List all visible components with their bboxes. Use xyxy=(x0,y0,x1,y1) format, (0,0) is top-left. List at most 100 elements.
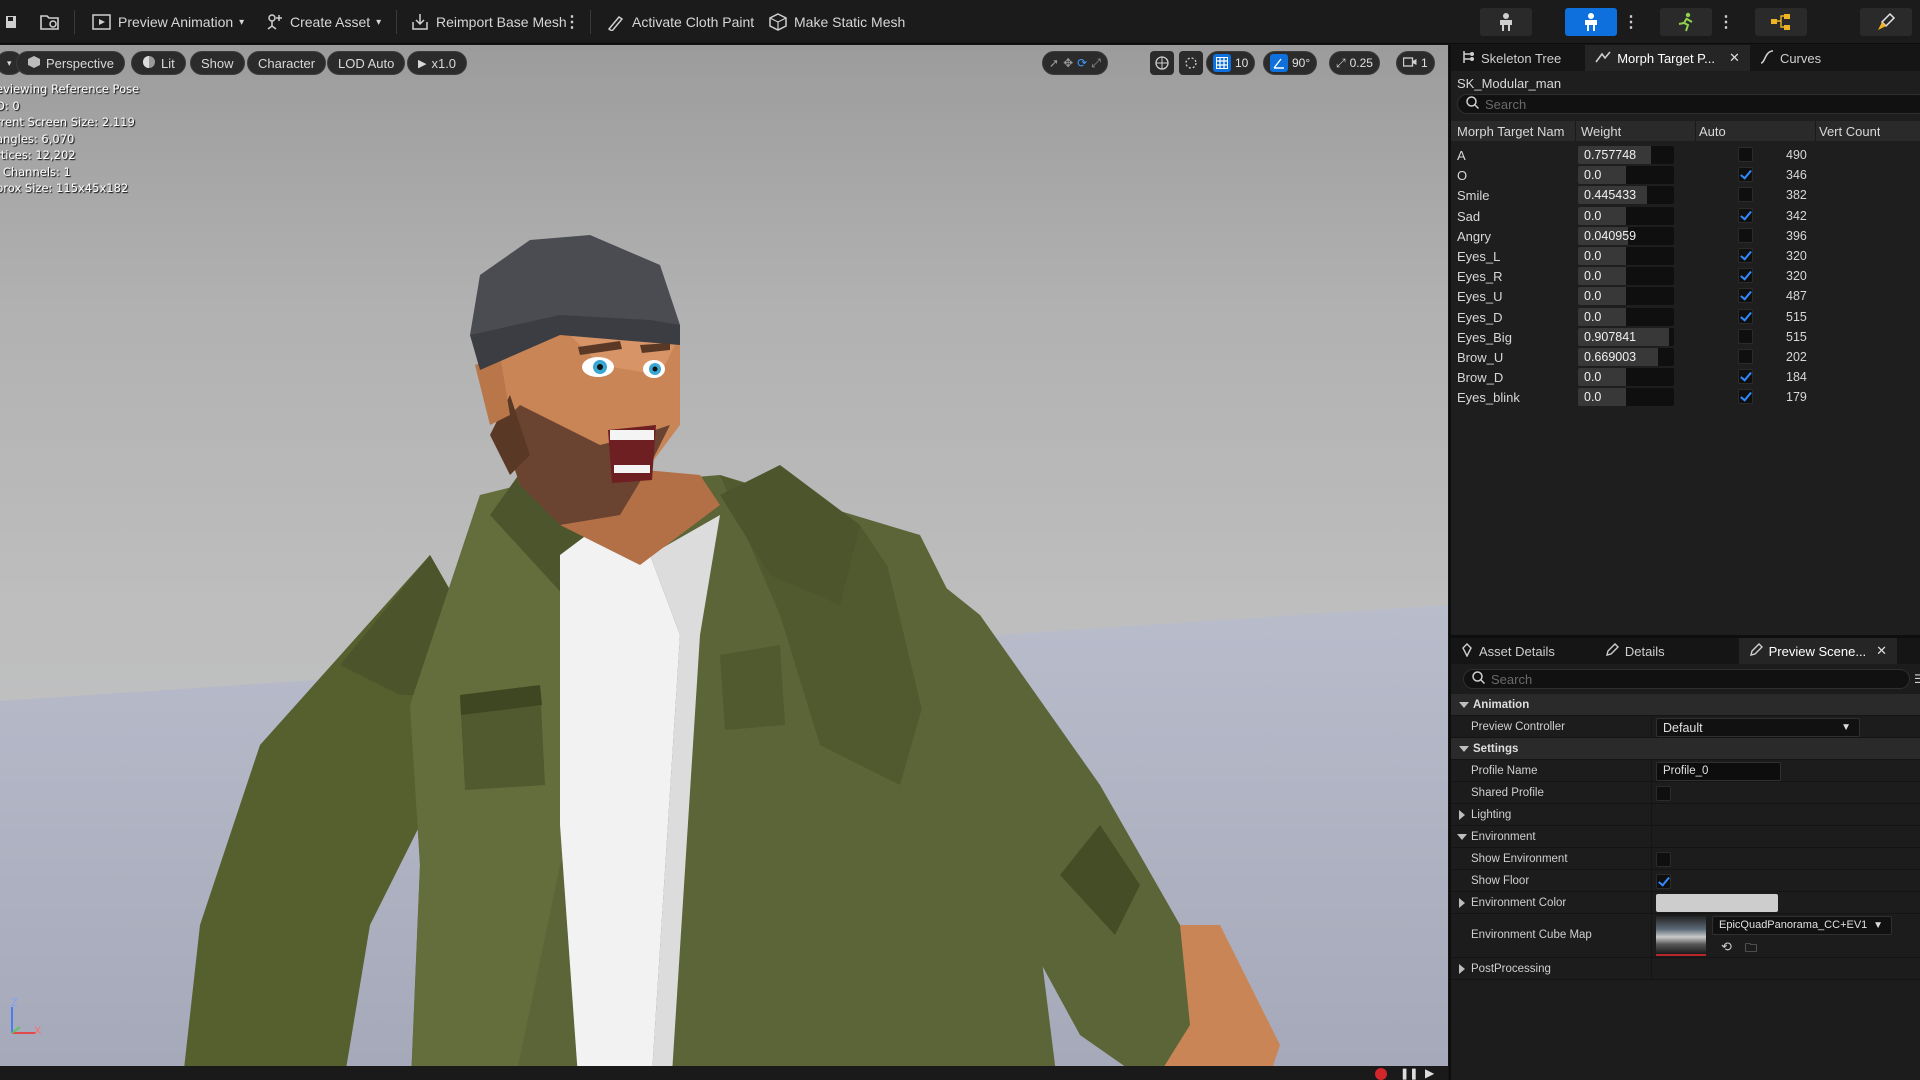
preview-controller-dropdown[interactable]: Default ▼ xyxy=(1656,718,1860,737)
morph-search-box[interactable] xyxy=(1457,94,1920,114)
weight-slider[interactable]: 0.040959 xyxy=(1578,226,1674,245)
column-divider[interactable] xyxy=(1695,121,1696,141)
tab-preview-scene-settings[interactable]: Preview Scene... ✕ xyxy=(1738,638,1898,664)
morph-search-input[interactable] xyxy=(1485,96,1920,112)
reimport-options-kebab-icon[interactable]: ⋮ xyxy=(563,8,581,36)
weight-slider[interactable]: 0.757748 xyxy=(1578,146,1674,164)
auto-checkbox[interactable] xyxy=(1738,328,1753,344)
header-auto[interactable]: Auto xyxy=(1699,124,1726,139)
auto-checkbox[interactable] xyxy=(1738,248,1753,263)
use-selected-arrow-icon[interactable]: ⟲ xyxy=(1721,939,1732,955)
show-floor-checkbox[interactable] xyxy=(1656,874,1671,889)
tab-details[interactable]: Details xyxy=(1595,638,1675,664)
shared-profile-checkbox[interactable] xyxy=(1656,786,1671,801)
save-icon[interactable] xyxy=(0,8,24,36)
close-tab-icon[interactable]: ✕ xyxy=(1876,643,1887,659)
select-arrow-icon[interactable]: ➚ xyxy=(1049,56,1059,70)
cube-map-thumbnail[interactable] xyxy=(1656,916,1706,956)
activate-cloth-paint-button[interactable]: Activate Cloth Paint xyxy=(600,8,760,36)
coordinate-space-icon[interactable] xyxy=(1150,51,1174,75)
details-search-input[interactable] xyxy=(1491,671,1909,687)
weight-slider[interactable]: 0.0 xyxy=(1578,166,1674,185)
morph-target-row[interactable]: Smile 0.445433 382 xyxy=(1451,185,1920,205)
auto-checkbox[interactable] xyxy=(1738,187,1753,203)
auto-checkbox[interactable] xyxy=(1738,268,1753,284)
weight-slider[interactable]: 0.0 xyxy=(1578,307,1674,326)
rotate-icon[interactable]: ⟳ xyxy=(1077,56,1087,70)
translate-icon[interactable]: ✥ xyxy=(1063,56,1073,70)
make-static-mesh-button[interactable]: Make Static Mesh xyxy=(762,8,911,36)
tab-morph-target-preview[interactable]: Morph Target P... ✕ xyxy=(1585,45,1750,71)
perspective-button[interactable]: Perspective xyxy=(16,51,125,75)
playback-speed-button[interactable]: ▶ x1.0 xyxy=(407,51,468,75)
cube-map-dropdown[interactable]: EpicQuadPanorama_CC+EV1 ▼ xyxy=(1712,916,1892,935)
morph-target-row[interactable]: A 0.757748 490 xyxy=(1451,145,1920,165)
morph-target-row[interactable]: Eyes_L 0.0 320 xyxy=(1451,246,1920,266)
mesh-mode-button[interactable] xyxy=(1565,8,1617,36)
morph-target-row[interactable]: Eyes_blink 0.0 179 xyxy=(1451,387,1920,407)
auto-checkbox[interactable] xyxy=(1738,308,1753,324)
weight-slider[interactable]: 0.0 xyxy=(1578,368,1674,387)
lod-button[interactable]: LOD Auto xyxy=(327,51,406,75)
record-icon[interactable] xyxy=(1375,1068,1387,1080)
weight-slider[interactable]: 0.669003 xyxy=(1578,348,1674,366)
preview-viewport[interactable]: ▾ Perspective Lit Show Character LOD Aut… xyxy=(0,45,1448,1080)
morph-target-row[interactable]: Eyes_U 0.0 487 xyxy=(1451,286,1920,306)
character-menu-button[interactable]: Character xyxy=(247,51,327,75)
details-search-box[interactable] xyxy=(1463,669,1910,689)
show-environment-checkbox[interactable] xyxy=(1656,852,1671,867)
grid-snap-button[interactable]: 10 xyxy=(1206,51,1256,75)
header-weight[interactable]: Weight xyxy=(1581,124,1621,139)
weight-slider[interactable]: 0.0 xyxy=(1578,287,1674,306)
morph-target-row[interactable]: Eyes_D 0.0 515 xyxy=(1451,307,1920,327)
tab-asset-details[interactable]: Asset Details xyxy=(1451,638,1565,664)
filter-list-icon[interactable]: ☰ xyxy=(1914,672,1920,686)
auto-checkbox[interactable] xyxy=(1738,147,1753,162)
category-settings[interactable]: Settings xyxy=(1451,738,1920,760)
animation-mode-button[interactable] xyxy=(1660,8,1712,36)
environment-row[interactable]: Environment xyxy=(1451,826,1920,848)
morph-target-row[interactable]: Eyes_R 0.0 320 xyxy=(1451,266,1920,286)
morph-target-row[interactable]: Brow_D 0.0 184 xyxy=(1451,367,1920,387)
morph-target-row[interactable]: Brow_U 0.669003 202 xyxy=(1451,347,1920,367)
mesh-mode-kebab-icon[interactable]: ⋮ xyxy=(1622,8,1640,36)
morph-target-row[interactable]: Eyes_Big 0.907841 515 xyxy=(1451,327,1920,347)
morph-target-row[interactable]: O 0.0 346 xyxy=(1451,165,1920,185)
morph-target-row[interactable]: Angry 0.040959 396 xyxy=(1451,226,1920,246)
physics-mode-button[interactable] xyxy=(1860,8,1912,36)
morph-target-row[interactable]: Sad 0.0 342 xyxy=(1451,206,1920,226)
preview-animation-button[interactable]: Preview Animation ▾ xyxy=(86,8,250,36)
camera-speed-button[interactable]: 1 xyxy=(1396,51,1435,75)
lighting-row[interactable]: Lighting xyxy=(1451,804,1920,826)
scale-snap-button[interactable]: ⤢ 0.25 xyxy=(1329,51,1380,75)
header-vert-count[interactable]: Vert Count xyxy=(1819,124,1880,139)
column-divider[interactable] xyxy=(1815,121,1816,141)
weight-slider[interactable]: 0.0 xyxy=(1578,388,1674,407)
header-morph-name[interactable]: Morph Target Nam xyxy=(1457,124,1573,139)
category-animation[interactable]: Animation xyxy=(1451,694,1920,716)
browse-folder-icon[interactable] xyxy=(34,8,66,36)
close-tab-icon[interactable]: ✕ xyxy=(1729,50,1740,66)
play-forward-icon[interactable]: ▶ xyxy=(1425,1066,1434,1080)
blueprint-mode-button[interactable] xyxy=(1755,8,1807,36)
auto-checkbox[interactable] xyxy=(1738,389,1753,405)
weight-slider[interactable]: 0.907841 xyxy=(1578,327,1674,346)
surface-snapping-icon[interactable] xyxy=(1179,51,1203,75)
profile-name-input[interactable]: Profile_0 xyxy=(1656,762,1781,781)
auto-checkbox[interactable] xyxy=(1738,288,1753,304)
auto-checkbox[interactable] xyxy=(1738,207,1753,223)
column-divider[interactable] xyxy=(1575,121,1576,141)
weight-slider[interactable]: 0.0 xyxy=(1578,267,1674,286)
auto-checkbox[interactable] xyxy=(1738,227,1753,243)
weight-slider[interactable]: 0.0 xyxy=(1578,247,1674,265)
auto-checkbox[interactable] xyxy=(1738,167,1753,183)
create-asset-button[interactable]: Create Asset ▾ xyxy=(258,8,387,36)
auto-checkbox[interactable] xyxy=(1738,349,1753,364)
rotation-snap-button[interactable]: 90° xyxy=(1263,51,1318,75)
post-processing-row[interactable]: PostProcessing xyxy=(1451,958,1920,980)
skeleton-mode-button[interactable] xyxy=(1480,8,1532,36)
show-flags-button[interactable]: Show xyxy=(190,51,245,75)
scale-icon[interactable]: ⤢ xyxy=(1091,56,1101,71)
tab-skeleton-tree[interactable]: Skeleton Tree xyxy=(1451,45,1571,71)
tab-curves[interactable]: Curves xyxy=(1750,45,1831,71)
